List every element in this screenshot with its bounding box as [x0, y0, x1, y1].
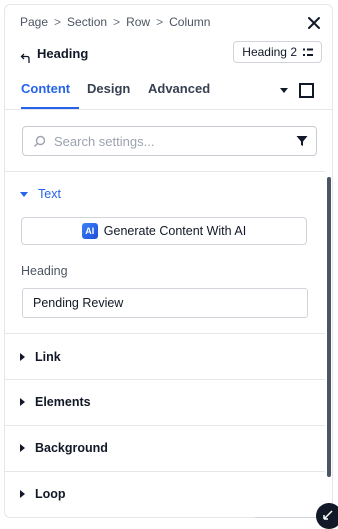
caret-right-icon — [20, 398, 25, 406]
generate-ai-label: Generate Content With AI — [103, 224, 247, 238]
section-background-label: Background — [35, 441, 108, 455]
caret-right-icon — [20, 444, 25, 452]
breadcrumb-column[interactable]: Column — [169, 15, 210, 29]
breadcrumb: Page > Section > Row > Column — [20, 15, 210, 29]
section-elements-label: Elements — [35, 395, 91, 409]
chevron-down-icon[interactable] — [280, 88, 288, 93]
divider — [5, 425, 325, 426]
divider — [5, 333, 325, 334]
search-input[interactable] — [52, 132, 286, 150]
caret-down-icon — [20, 191, 28, 197]
settings-panel: Page > Section > Row > Column Heading He… — [4, 4, 333, 518]
section-link-label: Link — [35, 350, 61, 364]
section-loop-header[interactable]: Loop — [20, 487, 66, 501]
ai-icon: AI — [81, 223, 98, 239]
search-bar — [22, 126, 317, 156]
heading-field-label: Heading — [21, 264, 68, 278]
tab-content[interactable]: Content — [21, 81, 79, 109]
section-link-header[interactable]: Link — [20, 350, 61, 364]
filter-icon[interactable] — [296, 135, 308, 147]
breadcrumb-row[interactable]: Row — [126, 15, 150, 29]
section-text-header[interactable]: Text — [20, 187, 61, 201]
divider — [5, 379, 325, 380]
element-title: Heading — [37, 46, 89, 61]
heading-text-field[interactable] — [22, 288, 308, 318]
generate-ai-button[interactable]: AI Generate Content With AI — [21, 217, 307, 245]
breadcrumb-separator: > — [113, 15, 121, 29]
tab-bar: Content Design Advanced — [5, 75, 332, 110]
heading-tag-select[interactable]: Heading 2 — [233, 41, 322, 63]
resize-icon — [323, 510, 333, 520]
breadcrumb-page[interactable]: Page — [20, 15, 48, 29]
tab-design[interactable]: Design — [87, 81, 130, 109]
responsive-view-icon[interactable] — [299, 83, 314, 98]
divider — [255, 517, 325, 518]
tab-advanced[interactable]: Advanced — [148, 81, 210, 109]
section-background-header[interactable]: Background — [20, 441, 108, 455]
resize-handle[interactable] — [316, 503, 338, 529]
close-icon[interactable] — [306, 15, 322, 31]
breadcrumb-separator: > — [156, 15, 164, 29]
breadcrumb-section[interactable]: Section — [67, 15, 107, 29]
caret-right-icon — [20, 490, 25, 498]
back-arrow-icon[interactable] — [20, 52, 32, 64]
scrollbar[interactable] — [327, 177, 331, 477]
divider — [5, 171, 325, 172]
divider — [5, 471, 325, 472]
caret-right-icon — [20, 353, 25, 361]
section-elements-header[interactable]: Elements — [20, 395, 91, 409]
search-icon — [34, 135, 46, 147]
heading-tag-value: Heading 2 — [242, 45, 297, 59]
section-loop-label: Loop — [35, 487, 66, 501]
breadcrumb-separator: > — [54, 15, 62, 29]
section-text-label: Text — [38, 187, 61, 201]
tag-list-icon — [303, 48, 313, 56]
